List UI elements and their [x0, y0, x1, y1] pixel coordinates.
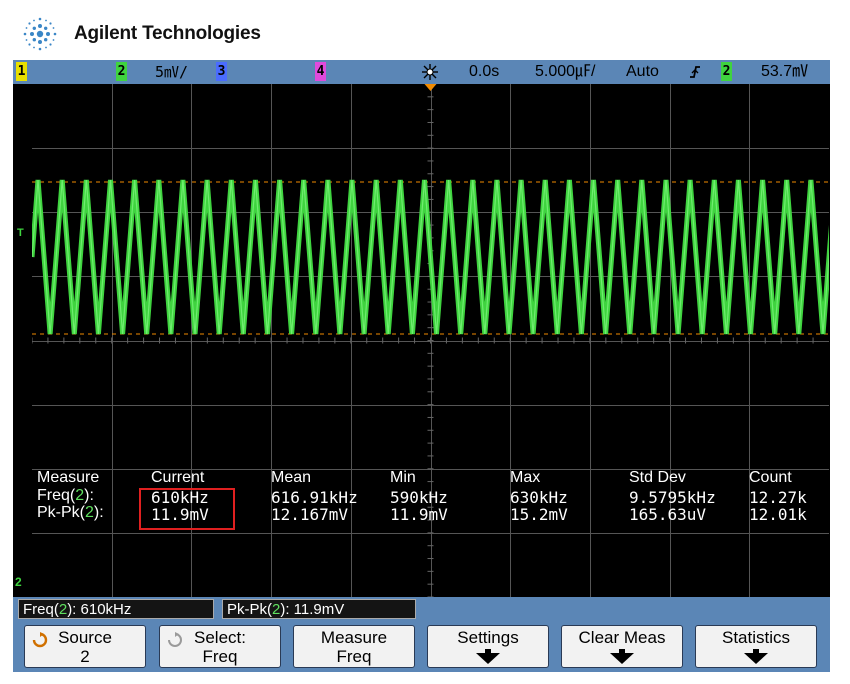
statistics-softkey[interactable]: Statistics	[695, 625, 817, 668]
trigger-source-indicator[interactable]: 2	[721, 62, 732, 81]
down-arrow-icon	[696, 649, 816, 664]
measure-freq-softkey[interactable]: Measure Freq	[293, 625, 415, 668]
channel-1-indicator[interactable]: 1	[16, 62, 27, 81]
trigger-level: 53.7㎷	[761, 63, 809, 80]
agilent-spark-logo	[23, 17, 57, 51]
measurement-status-bar: Freq(2): 610kHz Pk-Pk(2): 11.9mV	[13, 597, 830, 621]
oscilloscope-display: 1 2 5㎷/ 3 4 0.0s 5.000㎌/ Auto 2 53.7㎷ T …	[13, 60, 830, 672]
source-softkey[interactable]: Source 2	[24, 625, 146, 668]
settings-softkey-label: Settings	[457, 628, 519, 647]
select-softkey[interactable]: Select: Freq	[159, 625, 281, 668]
channel-2-indicator[interactable]: 2	[116, 62, 127, 81]
knob-icon	[32, 632, 48, 648]
measure-softkey-value: Freq	[336, 647, 372, 666]
source-softkey-value: 2	[80, 647, 90, 666]
top-status-bar: 1 2 5㎷/ 3 4 0.0s 5.000㎌/ Auto 2 53.7㎷	[13, 60, 830, 84]
brand-name: Agilent Technologies	[74, 23, 261, 44]
trigger-mode: Auto	[626, 63, 659, 80]
trigger-level-marker[interactable]: T	[17, 227, 24, 239]
measure-softkey-label: Measure	[320, 628, 388, 647]
softkey-bar: Source 2 Select: Freq Measure Freq Setti…	[13, 621, 830, 672]
trigger-position-marker	[424, 84, 437, 91]
down-arrow-icon	[428, 649, 548, 664]
channel-2-scale: 5㎷/	[155, 63, 189, 81]
clear-meas-softkey-label: Clear Meas	[578, 628, 666, 647]
settings-softkey[interactable]: Settings	[427, 625, 549, 668]
pkpk-status-box[interactable]: Pk-Pk(2): 11.9mV	[222, 599, 416, 619]
time-scale: 5.000㎌/	[535, 63, 596, 80]
graticule: Measure Current Mean Min Max Std Dev Cou…	[32, 84, 829, 597]
down-arrow-icon	[562, 649, 682, 664]
select-softkey-value: Freq	[202, 647, 238, 666]
statistics-softkey-label: Statistics	[721, 628, 791, 647]
rising-edge-icon	[690, 66, 700, 78]
channel-3-indicator[interactable]: 3	[216, 62, 227, 81]
channel-4-indicator[interactable]: 4	[315, 62, 326, 81]
time-delay: 0.0s	[469, 63, 500, 80]
knob-icon	[168, 632, 182, 647]
channel-2-ground-marker[interactable]: 2	[15, 575, 22, 589]
freq-status-box[interactable]: Freq(2): 610kHz	[18, 599, 214, 619]
trigger-spark-icon	[422, 64, 438, 80]
brand-header: Agilent Technologies	[20, 14, 261, 54]
clear-meas-softkey[interactable]: Clear Meas	[561, 625, 683, 668]
